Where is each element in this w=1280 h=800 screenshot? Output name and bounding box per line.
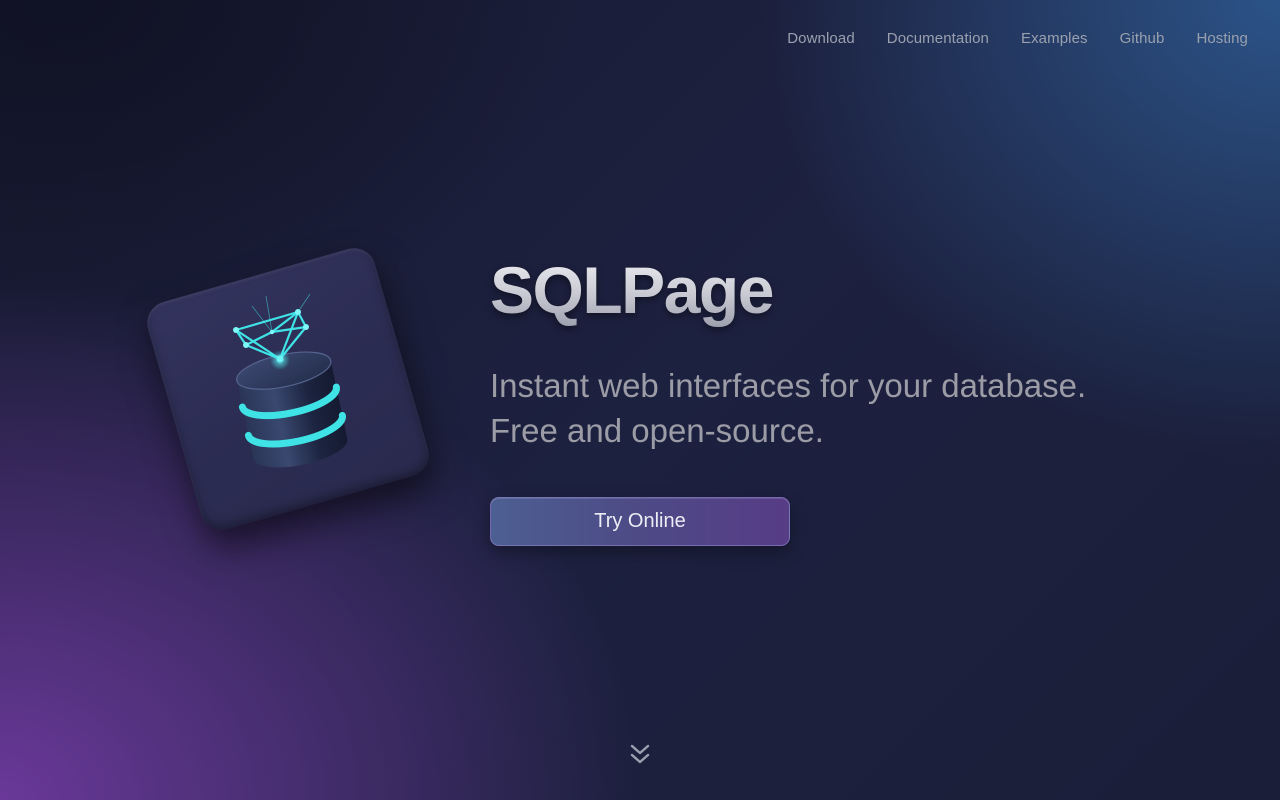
database-network-icon bbox=[233, 293, 348, 468]
nav-link-documentation[interactable]: Documentation bbox=[887, 30, 989, 47]
try-online-button[interactable]: Try Online bbox=[490, 497, 790, 546]
nav-link-hosting[interactable]: Hosting bbox=[1196, 30, 1248, 47]
nav-link-download[interactable]: Download bbox=[787, 30, 855, 47]
try-online-button-label: Try Online bbox=[594, 510, 686, 532]
top-nav: Download Documentation Examples Github H… bbox=[787, 30, 1248, 47]
double-chevron-down-icon[interactable] bbox=[628, 742, 652, 768]
hero-subtitle: Instant web interfaces for your database… bbox=[490, 363, 1086, 453]
hero-title: SQLPage bbox=[490, 250, 774, 330]
hero-subtitle-line2: Free and open-source. bbox=[490, 412, 824, 449]
nav-link-github[interactable]: Github bbox=[1120, 30, 1165, 47]
nav-link-examples[interactable]: Examples bbox=[1021, 30, 1088, 47]
hero-subtitle-line1: Instant web interfaces for your database… bbox=[490, 367, 1087, 404]
